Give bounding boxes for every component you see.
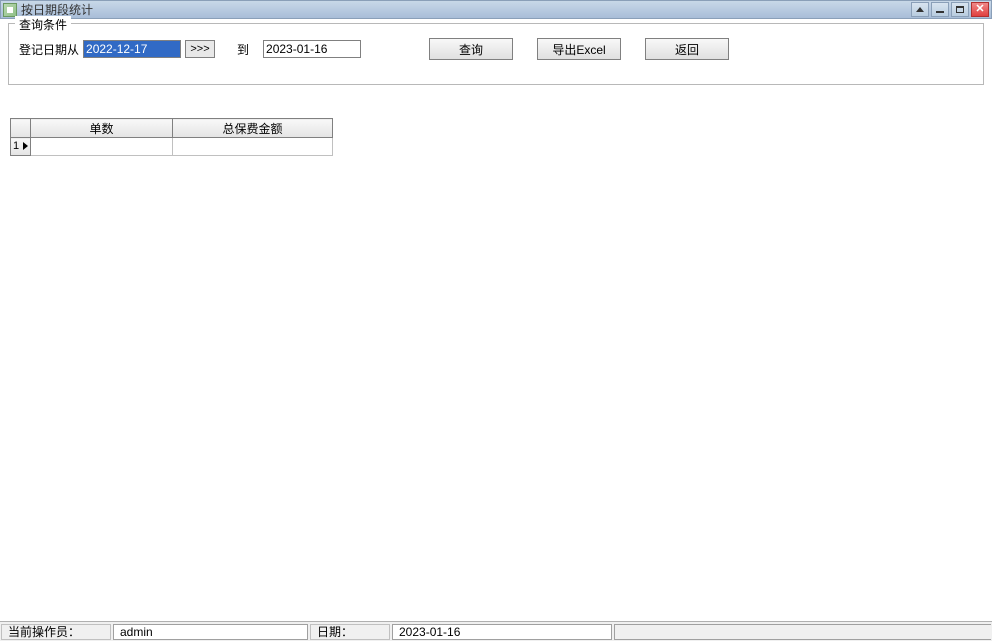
date-to-input[interactable] [263, 40, 361, 58]
data-grid[interactable]: 单数 总保费金额 1 [10, 118, 333, 156]
date-from-label: 登记日期从 [19, 41, 79, 58]
cell-count[interactable] [31, 138, 173, 156]
app-icon [3, 3, 17, 17]
current-row-icon [23, 142, 28, 150]
back-button[interactable]: 返回 [645, 38, 729, 60]
search-button[interactable]: 查询 [429, 38, 513, 60]
grid-corner-cell[interactable] [11, 119, 31, 138]
statusbar: 当前操作员： admin 日期： 2023-01-16 [0, 621, 992, 641]
titlebar[interactable]: 按日期段统计 ✕ [0, 0, 992, 19]
rollup-button[interactable] [911, 2, 929, 17]
status-date-value: 2023-01-16 [392, 624, 612, 640]
date-to-label: 到 [237, 41, 249, 58]
main-content: 查询条件 登记日期从 >>> 到 查询 导出Excel 返回 单数 总保费金额 [0, 23, 992, 625]
row-indicator[interactable]: 1 [11, 138, 31, 156]
date-from-input[interactable] [83, 40, 181, 58]
cell-amount[interactable] [173, 138, 333, 156]
date-picker-button[interactable]: >>> [185, 40, 215, 58]
close-button[interactable]: ✕ [971, 2, 989, 17]
status-rest [614, 624, 991, 640]
maximize-button[interactable] [951, 2, 969, 17]
grid-header-count[interactable]: 单数 [31, 119, 173, 138]
window-title: 按日期段统计 [21, 1, 911, 18]
minimize-button[interactable] [931, 2, 949, 17]
status-operator-label: 当前操作员： [1, 624, 111, 640]
query-panel-title: 查询条件 [15, 16, 71, 33]
titlebar-buttons: ✕ [911, 2, 989, 17]
table-row[interactable]: 1 [11, 138, 333, 156]
export-excel-button[interactable]: 导出Excel [537, 38, 621, 60]
status-date-label: 日期： [310, 624, 390, 640]
grid-header-amount[interactable]: 总保费金额 [173, 119, 333, 138]
query-panel: 查询条件 登记日期从 >>> 到 查询 导出Excel 返回 [8, 23, 984, 85]
data-grid-area: 单数 总保费金额 1 [10, 118, 982, 615]
query-row: 登记日期从 >>> 到 查询 导出Excel 返回 [19, 38, 973, 60]
status-operator-value: admin [113, 624, 308, 640]
